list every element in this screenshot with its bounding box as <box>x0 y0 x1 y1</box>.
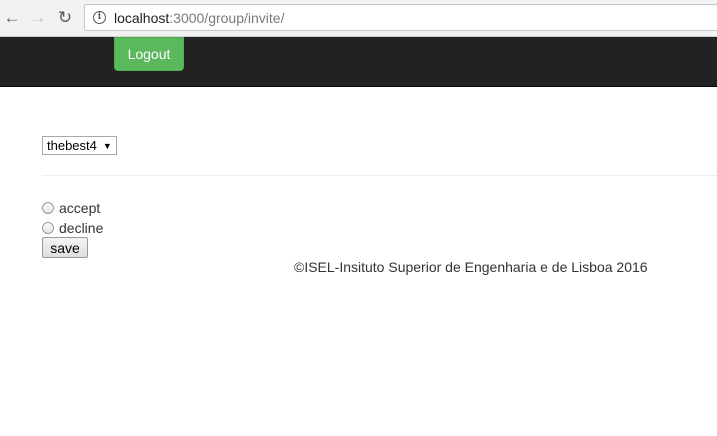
save-button[interactable]: save <box>42 237 88 258</box>
divider <box>42 175 717 176</box>
forward-arrow-icon[interactable]: → <box>28 8 48 28</box>
url-text[interactable]: localhost:3000/group/invite/ <box>114 10 284 26</box>
footer-text: ©ISEL-Insituto Superior de Engenharia e … <box>294 259 648 275</box>
browser-toolbar: ← → ↻ i localhost:3000/group/invite/ <box>0 0 717 37</box>
accept-label: accept <box>59 200 101 216</box>
info-icon[interactable]: i <box>93 11 106 24</box>
accept-option[interactable]: accept <box>42 200 100 216</box>
group-select-value: thebest4 <box>47 138 97 153</box>
logout-button[interactable]: Logout <box>114 37 184 71</box>
back-arrow-icon[interactable]: ← <box>2 8 22 28</box>
address-bar[interactable]: i localhost:3000/group/invite/ <box>84 4 717 31</box>
decline-label: decline <box>59 220 104 236</box>
group-select[interactable]: thebest4 ▼ <box>42 136 117 155</box>
navbar: Logout <box>0 37 717 87</box>
accept-radio[interactable] <box>42 202 54 214</box>
url-path: :3000/group/invite/ <box>169 9 285 26</box>
url-host: localhost <box>114 9 170 26</box>
reload-icon[interactable]: ↻ <box>55 8 75 28</box>
dropdown-caret-icon: ▼ <box>102 140 112 151</box>
decline-option[interactable]: decline <box>42 220 103 236</box>
decline-radio[interactable] <box>42 222 54 234</box>
